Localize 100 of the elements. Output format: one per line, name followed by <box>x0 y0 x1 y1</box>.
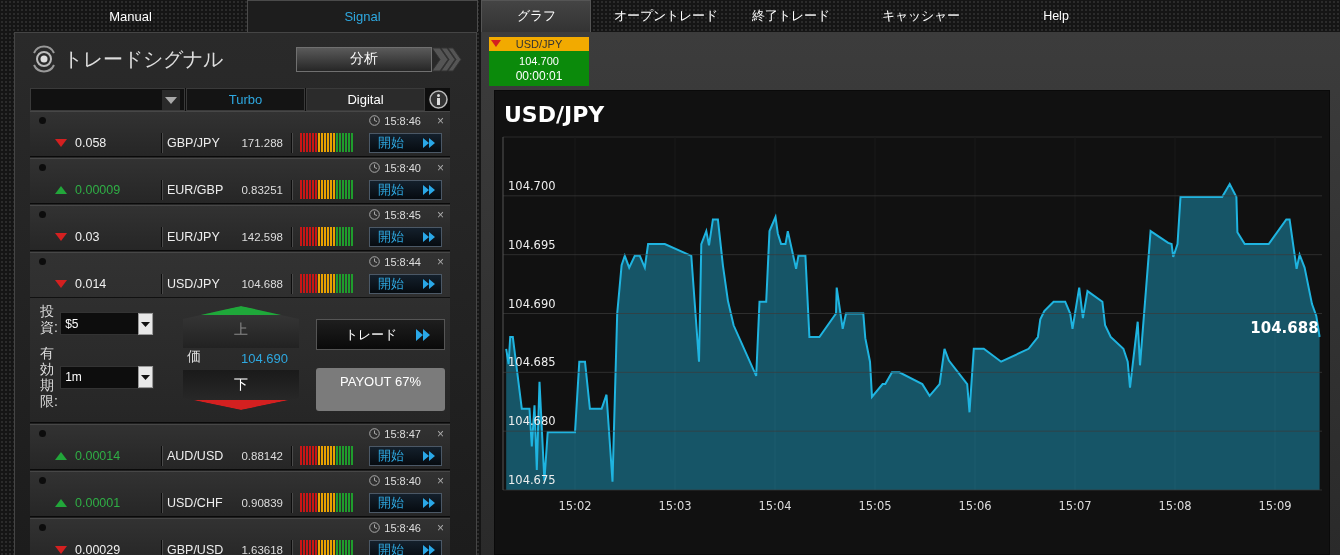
fast-forward-icon <box>423 184 435 195</box>
signal-meter-icon <box>300 540 353 555</box>
signal-meter-icon <box>300 227 353 246</box>
expiry-dropdown[interactable]: 1m <box>60 365 155 389</box>
caret-icon <box>138 366 154 389</box>
close-button[interactable]: × <box>437 427 444 440</box>
radar-icon <box>30 45 58 73</box>
start-button[interactable]: 開始 <box>369 179 442 200</box>
close-button[interactable]: × <box>437 208 444 221</box>
clock-icon <box>369 209 381 220</box>
currency-pair: GBP/USD <box>167 542 225 555</box>
panel-tab[interactable]: Manual <box>0 0 247 32</box>
signal-price: 171.288 <box>240 136 283 149</box>
trade-button[interactable]: トレード <box>316 319 445 350</box>
chart-title: USD/JPY <box>504 102 605 127</box>
nav-tab[interactable]: グラフ <box>481 0 591 32</box>
signal-price: 104.688 <box>240 277 283 290</box>
fast-forward-icon <box>423 544 435 555</box>
clock-icon <box>369 522 381 533</box>
clock-icon <box>369 115 381 126</box>
currency-pair: USD/CHF <box>167 495 224 510</box>
fast-forward-icon <box>423 137 435 148</box>
nav-tab[interactable]: キャッシャー <box>841 0 1001 32</box>
info-icon[interactable] <box>429 90 448 109</box>
clock-icon <box>369 475 381 486</box>
field-label: 有効期限: <box>40 345 59 410</box>
x-axis-label: 15:05 <box>858 499 892 513</box>
nav-tab[interactable]: オープントレード <box>591 0 741 32</box>
currency-pair: EUR/JPY <box>167 229 221 244</box>
y-axis-label: 104.695 <box>508 237 556 252</box>
close-button[interactable]: × <box>437 474 444 487</box>
signal-price: 0.83251 <box>240 183 283 196</box>
strike-price: 104.690 <box>241 351 288 366</box>
fast-forward-icon <box>423 497 435 508</box>
signal-meter-icon <box>300 446 353 465</box>
status-dot <box>39 211 46 218</box>
signal-price: 0.90839 <box>240 496 283 509</box>
status-dot <box>39 258 46 265</box>
ticker-price: 104.700 <box>519 54 559 67</box>
fast-forward-icon <box>423 450 435 461</box>
start-button[interactable]: 開始 <box>369 445 442 466</box>
start-button[interactable]: 開始 <box>369 539 442 555</box>
caret-icon <box>138 312 154 335</box>
start-button[interactable]: 開始 <box>369 132 442 153</box>
x-axis-label: 15:06 <box>958 499 992 513</box>
signal-time: 15:8:40 <box>384 161 421 174</box>
clock-icon <box>369 256 381 267</box>
x-axis-label: 15:02 <box>558 499 592 513</box>
close-button[interactable]: × <box>437 161 444 174</box>
signal-meter-icon <box>300 133 353 152</box>
start-button[interactable]: 開始 <box>369 226 442 247</box>
investment-dropdown[interactable]: $5 <box>60 312 155 336</box>
close-button[interactable]: × <box>437 255 444 268</box>
signal-change: 0.00001 <box>75 495 122 510</box>
signal-change: 0.00029 <box>75 542 122 555</box>
start-button[interactable]: 開始 <box>369 273 442 294</box>
close-button[interactable]: × <box>437 521 444 534</box>
analysis-button[interactable]: 分析 <box>296 46 432 72</box>
signal-time: 15:8:46 <box>384 114 421 127</box>
start-button[interactable]: 開始 <box>369 492 442 513</box>
signal-meter-icon <box>300 274 353 293</box>
status-dot <box>39 524 46 531</box>
x-axis-label: 15:08 <box>1158 499 1192 513</box>
signal-price: 142.598 <box>240 230 283 243</box>
payout-box: PAYOUT 67% <box>316 368 445 411</box>
signal-price: 0.88142 <box>240 449 283 462</box>
countdown-timer: 00:00:01 <box>515 68 563 83</box>
filter-tab[interactable]: Turbo <box>186 88 305 111</box>
last-price-label: 104.688 <box>1250 319 1319 338</box>
signal-time: 15:8:40 <box>384 474 421 487</box>
signal-change: 0.014 <box>75 276 108 291</box>
y-axis-label: 104.700 <box>508 178 556 193</box>
clock-icon <box>369 162 381 173</box>
x-axis-label: 15:07 <box>1058 499 1092 513</box>
fast-forward-icon <box>423 278 435 289</box>
signal-time: 15:8:44 <box>384 255 421 268</box>
signal-change: 0.00009 <box>75 182 122 197</box>
nav-tab[interactable]: Help <box>1001 0 1111 32</box>
chevron-icon <box>432 46 462 72</box>
signal-change: 0.058 <box>75 135 108 150</box>
currency-pair: GBP/JPY <box>167 135 221 150</box>
currency-pair: USD/JPY <box>167 276 221 291</box>
x-axis-label: 15:09 <box>1258 499 1292 513</box>
signal-meter-icon <box>300 493 353 512</box>
clock-icon <box>369 428 381 439</box>
y-axis-label: 104.680 <box>508 414 556 429</box>
status-dot <box>39 117 46 124</box>
panel-tab[interactable]: Signal <box>247 0 478 32</box>
down-button[interactable]: 下 <box>183 370 299 410</box>
fast-forward-icon <box>416 328 430 341</box>
nav-tab[interactable]: 終了トレード <box>741 0 841 32</box>
filter-tab[interactable]: Digital <box>306 88 425 111</box>
x-axis-label: 15:03 <box>658 499 692 513</box>
currency-pair: EUR/GBP <box>167 182 225 197</box>
close-button[interactable]: × <box>437 114 444 127</box>
caret-icon <box>162 89 180 110</box>
status-dot <box>39 430 46 437</box>
ticker-pair: USD/JPY <box>515 38 563 50</box>
signal-time: 15:8:46 <box>384 521 421 534</box>
price-label: 価 <box>187 348 201 366</box>
